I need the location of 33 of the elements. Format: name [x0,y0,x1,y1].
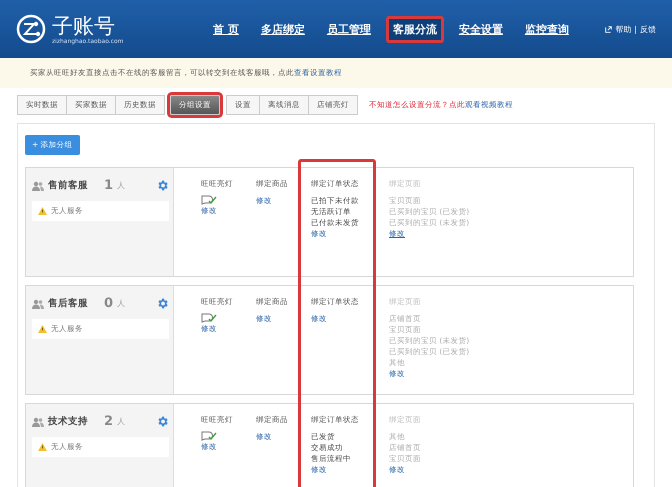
chat-check-icon [201,195,217,205]
member-count: 1 [104,178,114,193]
feedback-link[interactable]: 反馈 [640,24,656,34]
separator: | [634,24,637,34]
member-count: 0 [104,296,114,311]
nav-item[interactable]: 员工管理 [320,16,378,42]
group-name: 售后客服 [48,297,88,310]
external-link-icon [605,26,612,32]
settings-icon[interactable] [156,179,169,192]
people-icon [32,180,44,190]
share-logo-icon [16,14,46,44]
nav-item[interactable]: 安全设置 [452,16,510,42]
chat-check-icon [201,313,217,323]
unit-label: 人 [117,298,126,309]
warning-icon [38,325,47,333]
unit-label: 人 [117,416,126,427]
help-link[interactable]: 帮助 [615,24,632,34]
chat-check-icon [201,431,217,441]
people-icon [32,298,44,308]
unit-label: 人 [117,180,126,191]
nav-item[interactable]: 客服分流 [386,16,444,42]
settings-icon[interactable] [156,415,169,428]
warning-icon [38,443,47,451]
warning-icon [38,207,47,215]
settings-icon[interactable] [156,297,169,310]
group-name: 技术支持 [48,415,88,428]
nav-item[interactable]: 首 页 [206,16,246,42]
logo-title: 子账号 [52,14,116,38]
people-icon [32,416,44,426]
nav-item[interactable]: 多店绑定 [254,16,312,42]
member-count: 2 [104,414,114,429]
group-name: 售前客服 [48,179,88,192]
nav-item[interactable]: 监控查询 [518,16,576,42]
